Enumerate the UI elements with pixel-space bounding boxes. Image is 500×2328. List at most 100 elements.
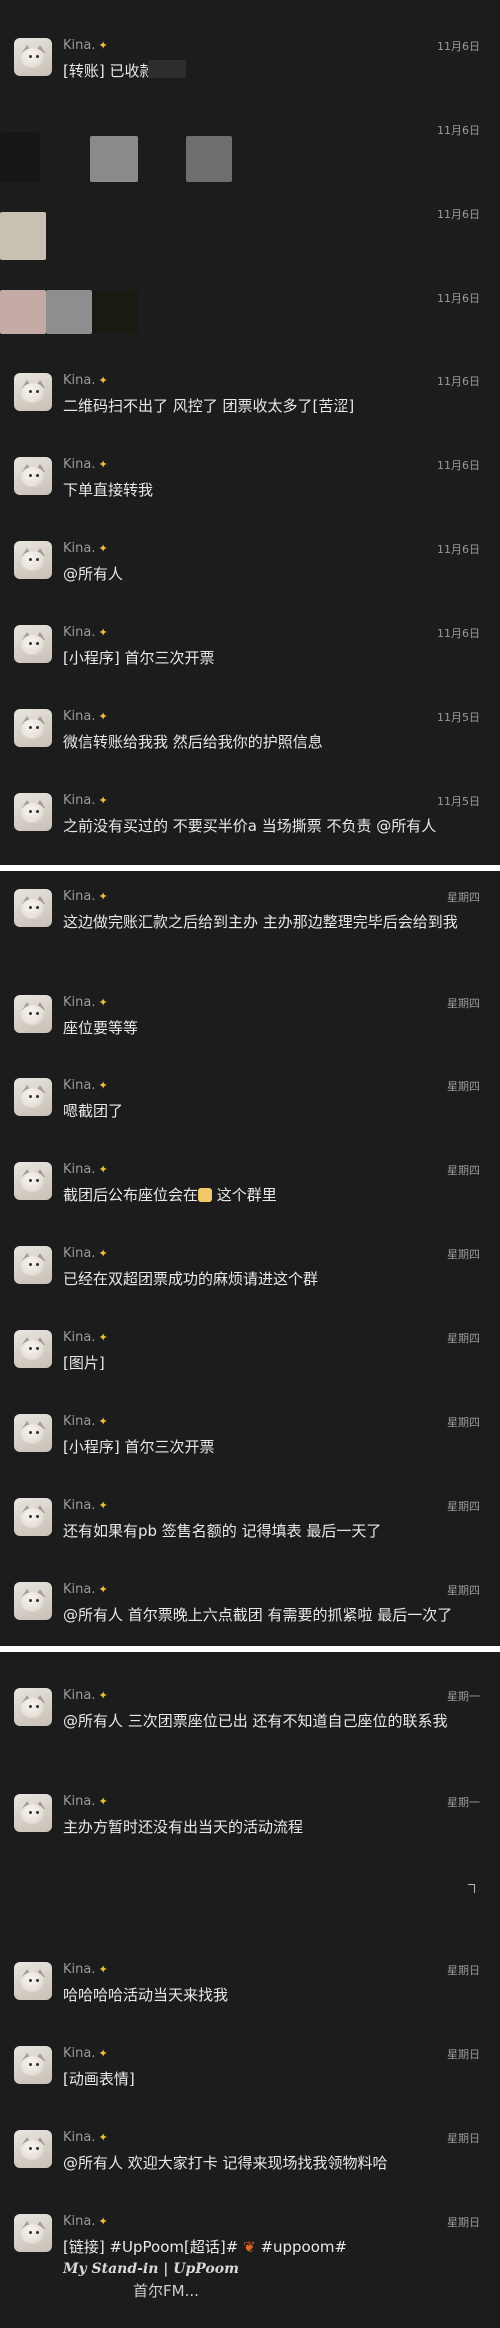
link-subtitle: My Stand-in | UpPoom bbox=[63, 2261, 239, 2277]
message-text[interactable]: 已经在双超团票成功的麻烦请进这个群 bbox=[63, 1268, 473, 1290]
sender-name: Kina. ✦ bbox=[63, 1794, 108, 1809]
message-text[interactable]: @所有人 三次团票座位已出 还有不知道自己座位的联系我 bbox=[63, 1710, 473, 1732]
message-text[interactable]: 还有如果有pb 签售名额的 记得填表 最后一天了 bbox=[63, 1520, 473, 1542]
message-time: 11月6日 bbox=[437, 627, 480, 640]
sender-name: Kina. ✦ bbox=[63, 889, 108, 904]
avatar[interactable] bbox=[14, 1246, 52, 1284]
message-text[interactable]: 主办方暂时还没有出当天的活动流程 bbox=[63, 1816, 473, 1838]
sparkle-icon: ✦ bbox=[98, 794, 108, 807]
chat-panel-1: Kina. ✦ 11月6日 [转账] 已收款 11月6日 11月6日 11月6日 … bbox=[0, 0, 500, 865]
avatar[interactable] bbox=[14, 709, 52, 747]
message-text[interactable]: 微信转账给我我 然后给我你的护照信息 bbox=[63, 731, 473, 753]
message-time: 星期四 bbox=[447, 1584, 480, 1597]
avatar[interactable] bbox=[14, 1688, 52, 1726]
avatar[interactable] bbox=[14, 1414, 52, 1452]
sender-name: Kina. ✦ bbox=[63, 709, 108, 724]
sender-name: Kina. ✦ bbox=[63, 38, 108, 53]
avatar[interactable] bbox=[14, 2046, 52, 2084]
redacted-image bbox=[0, 212, 46, 260]
sender-name: Kina. ✦ bbox=[63, 1498, 108, 1513]
sparkle-icon: ✦ bbox=[98, 39, 108, 52]
sparkle-icon: ✦ bbox=[98, 374, 108, 387]
message-time: 星期四 bbox=[447, 1332, 480, 1345]
sparkle-icon: ✦ bbox=[98, 1163, 108, 1176]
message-text[interactable]: [动画表情] bbox=[63, 2068, 473, 2090]
redacted-image bbox=[92, 290, 138, 334]
maple-leaf-icon: ❦ bbox=[243, 2238, 256, 2256]
sender-name: Kina. ✦ bbox=[63, 1688, 108, 1703]
sparkle-icon: ✦ bbox=[98, 996, 108, 1009]
message-time: 星期日 bbox=[447, 2132, 480, 2145]
avatar[interactable] bbox=[14, 1330, 52, 1368]
avatar[interactable] bbox=[14, 541, 52, 579]
avatar[interactable] bbox=[14, 995, 52, 1033]
redacted-image bbox=[46, 290, 92, 334]
avatar[interactable] bbox=[14, 457, 52, 495]
message-text[interactable]: [图片] bbox=[63, 1352, 473, 1374]
sender-name: Kina. ✦ bbox=[63, 1414, 108, 1429]
avatar[interactable] bbox=[14, 2130, 52, 2168]
message-text[interactable]: 这边做完账汇款之后给到主办 主办那边整理完毕后会给到我 bbox=[63, 911, 473, 933]
message-time: 11月6日 bbox=[437, 208, 480, 221]
message-text[interactable]: 座位要等等 bbox=[63, 1017, 473, 1039]
message-text[interactable]: [转账] 已收款 bbox=[63, 60, 473, 82]
message-time: 11月6日 bbox=[437, 375, 480, 388]
sender-name: Kina. ✦ bbox=[63, 2046, 108, 2061]
link-snippet: 首尔FM... bbox=[133, 2282, 199, 2300]
message-time: 11月5日 bbox=[437, 795, 480, 808]
sparkle-icon: ✦ bbox=[98, 1689, 108, 1702]
message-time: 星期一 bbox=[447, 1796, 480, 1809]
sparkle-icon: ✦ bbox=[98, 2047, 108, 2060]
sender-name: Kina. ✦ bbox=[63, 1162, 108, 1177]
avatar[interactable] bbox=[14, 1162, 52, 1200]
sender-name: Kina. ✦ bbox=[63, 2214, 108, 2229]
message-text[interactable]: 截团后公布座位会在 这个群里 bbox=[63, 1184, 473, 1206]
avatar[interactable] bbox=[14, 1794, 52, 1832]
sender-name: Kina. ✦ bbox=[63, 1962, 108, 1977]
message-text[interactable]: 嗯截团了 bbox=[63, 1100, 473, 1122]
message-text[interactable]: @所有人 欢迎大家打卡 记得来现场找我领物料哈 bbox=[63, 2152, 473, 2174]
sparkle-icon: ✦ bbox=[98, 626, 108, 639]
message-text[interactable]: 之前没有买过的 不要买半价a 当场撕票 不负责 @所有人 bbox=[63, 815, 473, 837]
avatar[interactable] bbox=[14, 38, 52, 76]
message-time: 星期日 bbox=[447, 2216, 480, 2229]
message-time: 星期一 bbox=[447, 1690, 480, 1703]
sparkle-icon: ✦ bbox=[98, 542, 108, 555]
message-text[interactable]: @所有人 bbox=[63, 563, 473, 585]
avatar[interactable] bbox=[14, 2214, 52, 2252]
sparkle-icon: ✦ bbox=[98, 1795, 108, 1808]
link-message[interactable]: [链接] #UpPoom[超话]# ❦ #uppoom# My Stand-in… bbox=[63, 2236, 473, 2302]
sender-name: Kina. ✦ bbox=[63, 1246, 108, 1261]
avatar[interactable] bbox=[14, 1962, 52, 2000]
message-text[interactable]: @所有人 首尔票晚上六点截团 有需要的抓紧啦 最后一次了 bbox=[63, 1604, 473, 1626]
redacted-region bbox=[148, 60, 186, 78]
avatar[interactable] bbox=[14, 625, 52, 663]
avatar[interactable] bbox=[14, 373, 52, 411]
message-time: 星期四 bbox=[447, 1416, 480, 1429]
sender-name: Kina. ✦ bbox=[63, 457, 108, 472]
message-text[interactable]: [小程序] 首尔三次开票 bbox=[63, 647, 473, 669]
message-time: 星期四 bbox=[447, 1080, 480, 1093]
avatar[interactable] bbox=[14, 1582, 52, 1620]
sender-name: Kina. ✦ bbox=[63, 2130, 108, 2145]
sender-name: Kina. ✦ bbox=[63, 373, 108, 388]
avatar[interactable] bbox=[14, 793, 52, 831]
link-title-line[interactable]: [链接] #UpPoom[超话]# ❦ #uppoom# bbox=[63, 2236, 473, 2258]
message-text[interactable]: 下单直接转我 bbox=[63, 479, 473, 501]
avatar[interactable] bbox=[14, 1078, 52, 1116]
message-time: 星期四 bbox=[447, 997, 480, 1010]
sparkle-icon: ✦ bbox=[98, 710, 108, 723]
avatar[interactable] bbox=[14, 889, 52, 927]
message-text[interactable]: 哈哈哈哈活动当天来找我 bbox=[63, 1984, 473, 2006]
message-text[interactable]: 二维码扫不出了 风控了 团票收太多了[苦涩] bbox=[63, 395, 473, 417]
sender-name: Kina. ✦ bbox=[63, 1078, 108, 1093]
sparkle-icon: ✦ bbox=[98, 1963, 108, 1976]
chat-panel-2: Kina. ✦ 星期四 这边做完账汇款之后给到主办 主办那边整理完毕后会给到我 K… bbox=[0, 871, 500, 1646]
sender-name: Kina. ✦ bbox=[63, 625, 108, 640]
message-text[interactable]: [小程序] 首尔三次开票 bbox=[63, 1436, 473, 1458]
message-time: 11月6日 bbox=[437, 124, 480, 137]
sender-name: Kina. ✦ bbox=[63, 793, 108, 808]
sparkle-icon: ✦ bbox=[98, 2215, 108, 2228]
sender-name: Kina. ✦ bbox=[63, 1330, 108, 1345]
avatar[interactable] bbox=[14, 1498, 52, 1536]
